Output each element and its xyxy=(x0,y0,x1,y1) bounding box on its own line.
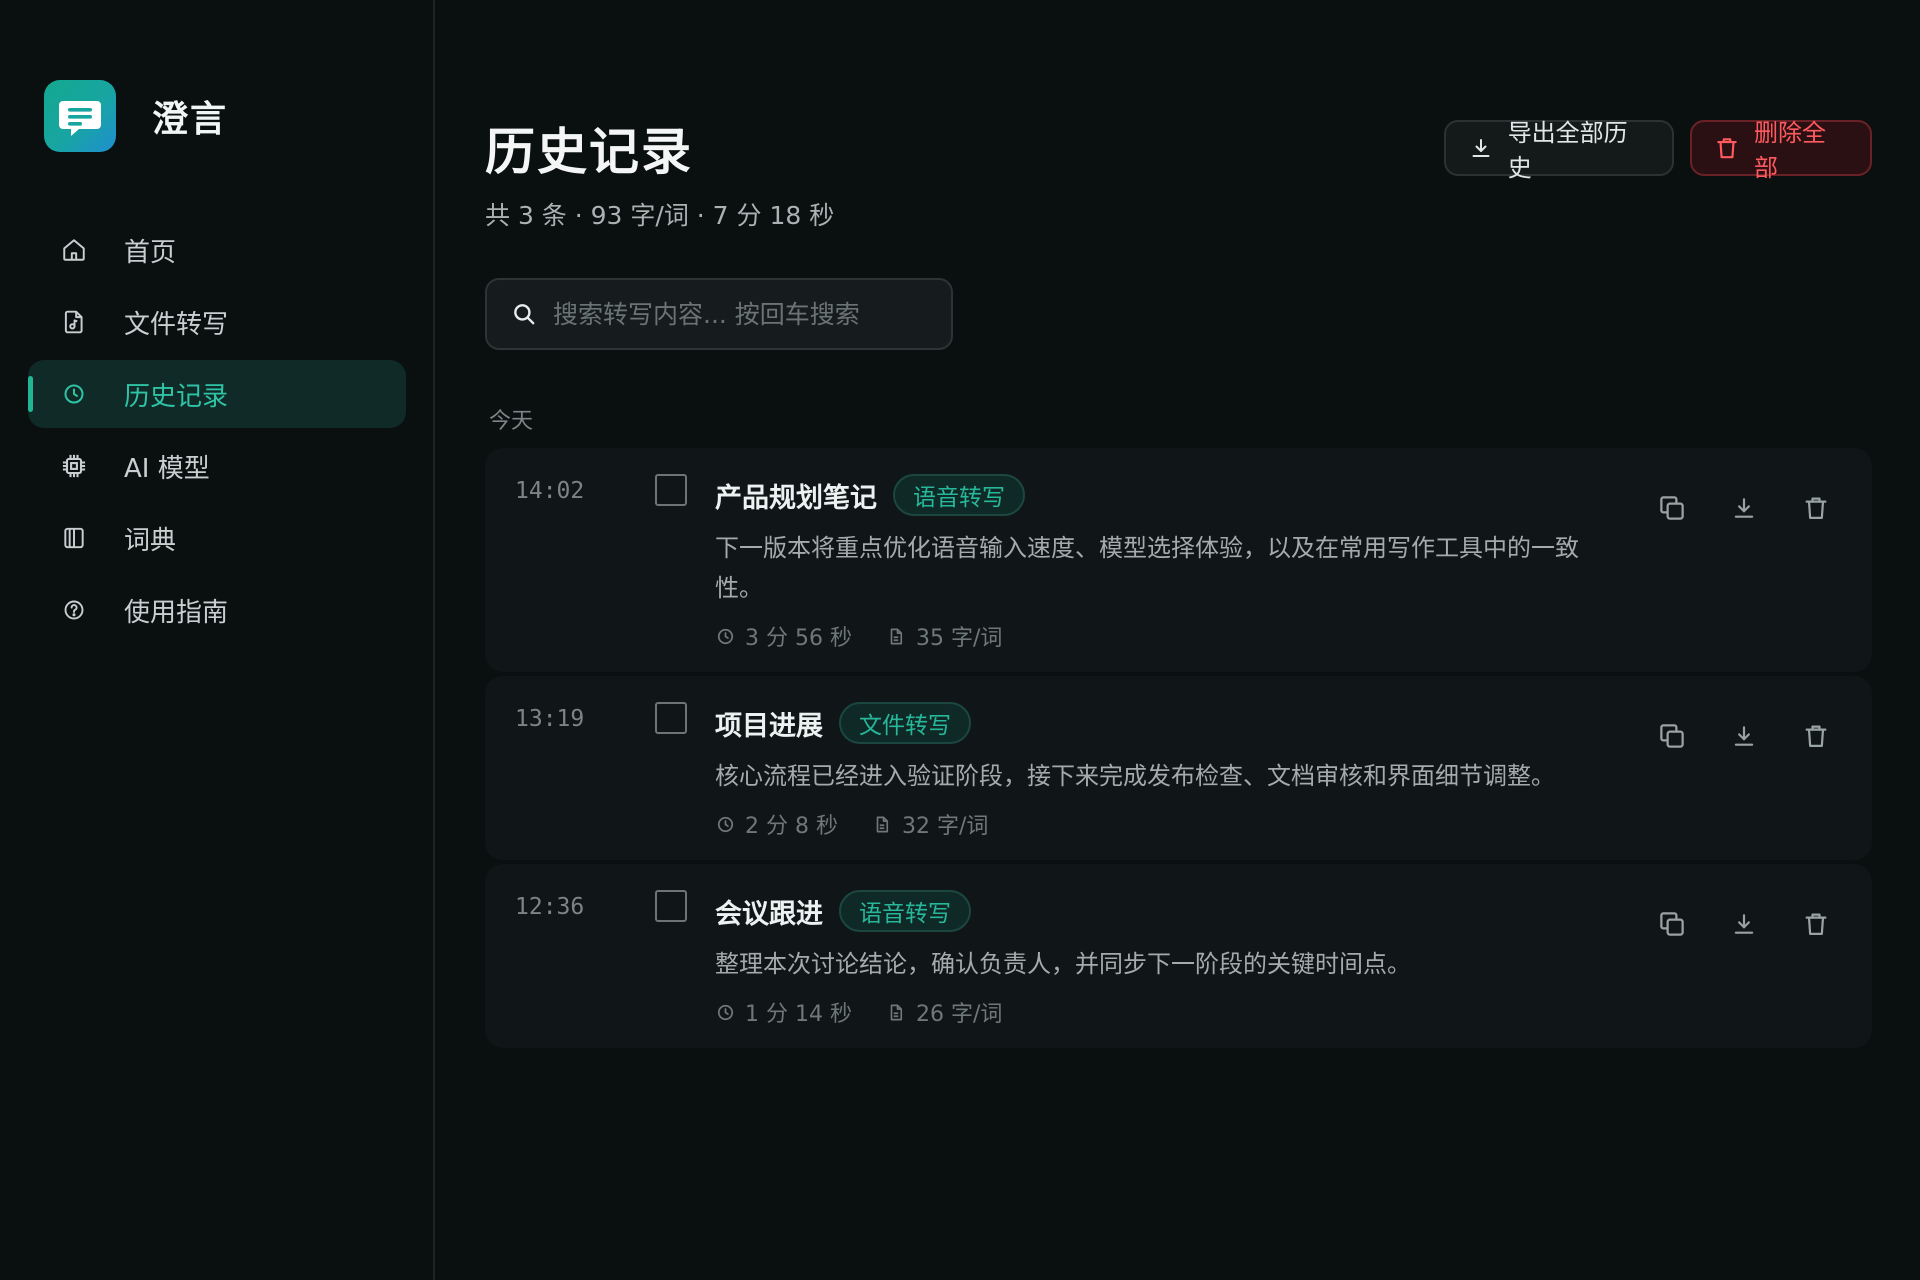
export-all-label: 导出全部历史 xyxy=(1507,119,1628,182)
delete-record-button[interactable] xyxy=(1796,904,1836,944)
history-card[interactable]: 13:19 项目进展 文件转写 核心流程已经进入验证阶段，接下来完成发布检查、文… xyxy=(485,676,1872,860)
sidebar-item-label: 词典 xyxy=(124,525,177,556)
record-title: 产品规划笔记 xyxy=(715,482,877,514)
sidebar-item-label: 文件转写 xyxy=(124,309,229,340)
record-actions xyxy=(1620,488,1836,528)
record-actions xyxy=(1620,904,1836,944)
download-record-button[interactable] xyxy=(1724,904,1764,944)
app-name: 澄言 xyxy=(152,99,229,140)
copy-button[interactable] xyxy=(1652,488,1692,528)
trash-icon xyxy=(1805,913,1827,936)
record-time: 12:36 xyxy=(515,894,585,920)
record-body: 会议跟进 语音转写 整理本次讨论结论，确认负责人，并同步下一阶段的关键时间点。 … xyxy=(715,890,1595,1028)
copy-icon xyxy=(1660,496,1684,520)
word-count-file-icon xyxy=(886,626,906,646)
record-checkbox[interactable] xyxy=(655,474,687,506)
app-logo-icon xyxy=(44,80,116,152)
record-meta: 2 分 8 秒 32 字/词 xyxy=(715,808,1595,840)
record-word-count: 26 字/词 xyxy=(915,1002,1003,1027)
main-content: 历史记录 共 3 条 · 93 字/词 · 7 分 18 秒 导出全部历史 删除… xyxy=(437,0,1920,1280)
history-summary: 共 3 条 · 93 字/词 · 7 分 18 秒 xyxy=(485,201,835,230)
sidebar-nav: 首页 文件转写 历史记录 AI 模型 词典 使用指南 xyxy=(28,216,406,648)
sidebar-item-label: 历史记录 xyxy=(124,381,229,412)
sidebar: 澄言 首页 文件转写 历史记录 AI 模型 词典 使用指南 xyxy=(0,0,435,1280)
history-card[interactable]: 14:02 产品规划笔记 语音转写 下一版本将重点优化语音输入速度、模型选择体验… xyxy=(485,448,1872,672)
sidebar-item-file-transcribe[interactable]: 文件转写 xyxy=(28,288,406,356)
record-type-badge: 文件转写 xyxy=(839,702,971,744)
record-duration: 1 分 14 秒 xyxy=(745,1002,852,1027)
file-audio-icon xyxy=(60,308,88,336)
record-word-count: 32 字/词 xyxy=(901,814,989,839)
search-box xyxy=(485,278,953,350)
help-icon xyxy=(60,596,88,624)
record-title: 会议跟进 xyxy=(715,898,823,930)
brand: 澄言 xyxy=(44,80,228,152)
record-actions xyxy=(1620,716,1836,756)
delete-record-button[interactable] xyxy=(1796,488,1836,528)
delete-all-button[interactable]: 删除全部 xyxy=(1690,119,1872,182)
copy-button[interactable] xyxy=(1652,904,1692,944)
record-word-count: 35 字/词 xyxy=(915,626,1003,651)
record-duration: 3 分 56 秒 xyxy=(745,626,852,651)
app-window: 澄言 首页 文件转写 历史记录 AI 模型 词典 使用指南 历史记录 共 3 条… xyxy=(0,0,1920,1280)
download-icon xyxy=(1468,135,1494,161)
record-text: 下一版本将重点优化语音输入速度、模型选择体验，以及在常用写作工具中的一致性。 xyxy=(715,534,1579,602)
history-list: 14:02 产品规划笔记 语音转写 下一版本将重点优化语音输入速度、模型选择体验… xyxy=(485,448,1872,1052)
record-body: 产品规划笔记 语音转写 下一版本将重点优化语音输入速度、模型选择体验，以及在常用… xyxy=(715,474,1595,652)
date-group-label: 今天 xyxy=(489,409,534,434)
record-type-badge: 语音转写 xyxy=(893,474,1025,516)
sidebar-item-history[interactable]: 历史记录 xyxy=(28,360,406,428)
download-record-button[interactable] xyxy=(1724,716,1764,756)
sidebar-item-ai-model[interactable]: AI 模型 xyxy=(28,432,406,500)
duration-clock-icon xyxy=(715,814,735,834)
download-record-button[interactable] xyxy=(1724,488,1764,528)
record-meta: 1 分 14 秒 26 字/词 xyxy=(715,996,1595,1028)
duration-clock-icon xyxy=(715,1002,735,1022)
clock-icon xyxy=(60,380,88,408)
trash-icon xyxy=(1714,135,1740,161)
history-card[interactable]: 12:36 会议跟进 语音转写 整理本次讨论结论，确认负责人，并同步下一阶段的关… xyxy=(485,864,1872,1048)
sidebar-item-label: 首页 xyxy=(124,237,177,268)
record-time: 14:02 xyxy=(515,478,585,504)
record-type-badge: 语音转写 xyxy=(839,890,971,932)
record-body: 项目进展 文件转写 核心流程已经进入验证阶段，接下来完成发布检查、文档审核和界面… xyxy=(715,702,1595,840)
copy-button[interactable] xyxy=(1652,716,1692,756)
duration-clock-icon xyxy=(715,626,735,646)
word-count-file-icon xyxy=(872,814,892,834)
trash-icon xyxy=(1805,725,1827,748)
copy-icon xyxy=(1660,912,1684,936)
search-icon xyxy=(511,301,537,327)
sidebar-item-home[interactable]: 首页 xyxy=(28,216,406,284)
record-text: 核心流程已经进入验证阶段，接下来完成发布检查、文档审核和界面细节调整。 xyxy=(715,762,1555,790)
home-icon xyxy=(60,236,88,264)
delete-all-label: 删除全部 xyxy=(1754,119,1826,182)
record-title: 项目进展 xyxy=(715,710,823,742)
record-text: 整理本次讨论结论，确认负责人，并同步下一阶段的关键时间点。 xyxy=(715,950,1411,978)
sidebar-item-dictionary[interactable]: 词典 xyxy=(28,504,406,572)
page-title: 历史记录 xyxy=(485,123,693,181)
download-icon xyxy=(1734,914,1754,934)
copy-icon xyxy=(1660,724,1684,748)
record-checkbox[interactable] xyxy=(655,702,687,734)
download-icon xyxy=(1734,498,1754,518)
search-input[interactable] xyxy=(553,299,933,329)
record-meta: 3 分 56 秒 35 字/词 xyxy=(715,620,1595,652)
trash-icon xyxy=(1805,497,1827,520)
chip-icon xyxy=(60,452,88,480)
book-icon xyxy=(60,524,88,552)
record-time: 13:19 xyxy=(515,706,585,732)
word-count-file-icon xyxy=(886,1002,906,1022)
record-duration: 2 分 8 秒 xyxy=(745,814,838,839)
export-all-button[interactable]: 导出全部历史 xyxy=(1444,119,1674,182)
sidebar-item-label: AI 模型 xyxy=(124,453,210,484)
record-checkbox[interactable] xyxy=(655,890,687,922)
sidebar-item-label: 使用指南 xyxy=(124,597,229,628)
sidebar-item-guide[interactable]: 使用指南 xyxy=(28,576,406,644)
download-icon xyxy=(1734,726,1754,746)
delete-record-button[interactable] xyxy=(1796,716,1836,756)
